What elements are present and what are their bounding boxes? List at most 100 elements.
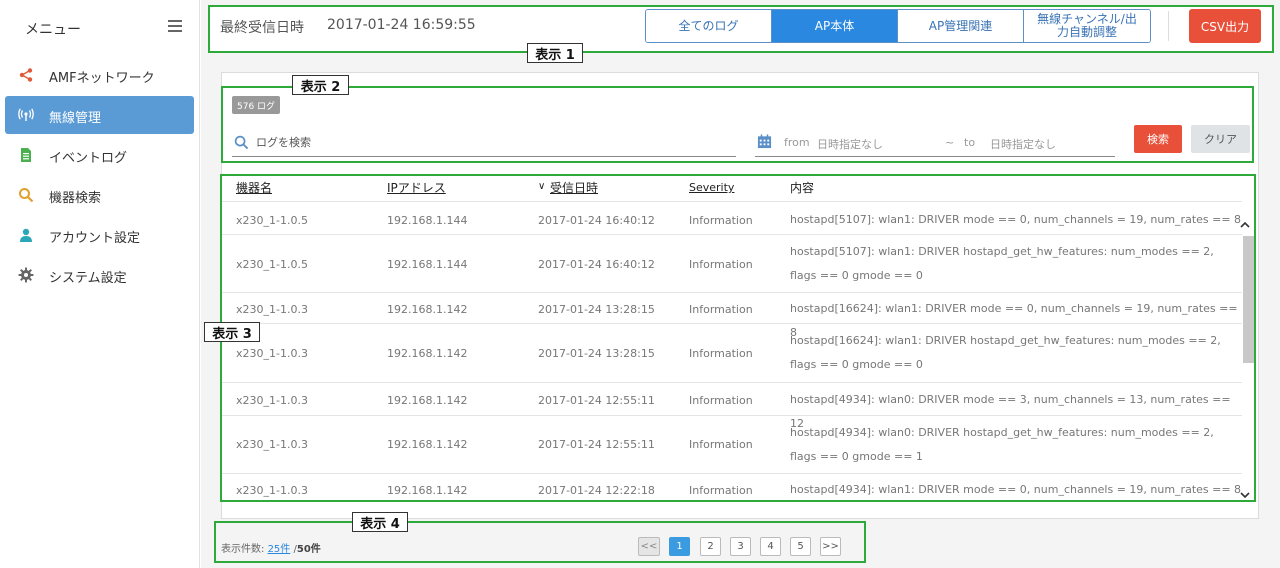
search-button[interactable]: 検索 <box>1134 125 1182 153</box>
hamburger-menu-icon[interactable] <box>168 20 182 32</box>
cell-time: 2017-01-24 12:55:11 <box>538 394 655 407</box>
cell-device: x230_1-1.0.3 <box>236 438 308 451</box>
user-icon <box>20 228 32 242</box>
cell-message: hostapd[16624]: wlan1: DRIVER hostapd_ge… <box>790 334 1221 371</box>
cell-message: hostapd[4934]: wlan0: DRIVER hostapd_get… <box>790 426 1214 463</box>
search-icon <box>19 188 34 203</box>
cell-time: 2017-01-24 13:28:15 <box>538 303 655 316</box>
header-divider <box>1168 11 1169 41</box>
cell-device: x230_1-1.0.3 <box>236 303 308 316</box>
log-count-badge: 576 ログ <box>232 96 281 114</box>
tab-auto-channel-power[interactable]: 無線チャンネル/出力自動調整 <box>1024 10 1150 42</box>
sidebar-item-label: 機器検索 <box>49 191 102 206</box>
annotation-label-2: 表示 2 <box>292 75 349 95</box>
table-row[interactable]: x230_1-1.0.3 192.168.1.142 2017-01-24 13… <box>222 323 1242 382</box>
cell-severity: Information <box>689 438 753 451</box>
last-received-label: 最終受信日時 <box>220 20 304 36</box>
page-button-3[interactable]: 3 <box>730 537 751 556</box>
table-row[interactable]: x230_1-1.0.5 192.168.1.144 2017-01-24 16… <box>222 201 1242 234</box>
cell-severity: Information <box>689 303 753 316</box>
page-button-4[interactable]: 4 <box>760 537 781 556</box>
search-input[interactable]: ログを検索 <box>232 128 736 157</box>
column-header-severity[interactable]: Severity <box>689 181 734 194</box>
sidebar-item-event-log[interactable]: イベントログ <box>5 136 194 174</box>
page-size-label: 表示件数: <box>221 544 265 555</box>
cell-ip: 192.168.1.144 <box>387 214 468 227</box>
sidebar-item-wireless[interactable]: 無線管理 <box>5 96 194 134</box>
cell-ip: 192.168.1.142 <box>387 303 468 316</box>
clear-button[interactable]: クリア <box>1191 125 1250 153</box>
last-received-time: 2017-01-24 16:59:55 <box>327 17 476 33</box>
sort-chevron-icon[interactable]: ∨ <box>538 181 545 192</box>
sidebar-item-device-search[interactable]: 機器検索 <box>5 176 194 214</box>
sidebar-item-amf-network[interactable]: AMFネットワーク <box>5 56 194 94</box>
range-tilde: ~ <box>945 136 955 149</box>
column-header-ip[interactable]: IPアドレス <box>387 179 446 196</box>
share-icon <box>19 68 33 82</box>
sidebar-header: メニュー <box>0 0 200 55</box>
date-range-field: from 日時指定なし ~ to 日時指定なし <box>755 128 1115 157</box>
column-header-device[interactable]: 機器名 <box>236 179 272 196</box>
table-row[interactable]: x230_1-1.0.3 192.168.1.142 2017-01-24 12… <box>222 473 1242 500</box>
page-size-info: 表示件数: 25件 /50件 <box>221 540 321 555</box>
to-label: to <box>964 136 976 149</box>
scroll-up-icon[interactable] <box>1239 220 1251 230</box>
tab-ap-body[interactable]: AP本体 <box>772 10 898 42</box>
cell-device: x230_1-1.0.5 <box>236 258 308 271</box>
page-button-2[interactable]: 2 <box>700 537 721 556</box>
cell-severity: Information <box>689 214 753 227</box>
tab-ap-management[interactable]: AP管理関連 <box>898 10 1024 42</box>
log-table: 機器名 IPアドレス ∨ 受信日時 Severity 内容 x230_1-1.0… <box>220 174 1256 502</box>
scroll-down-icon[interactable] <box>1239 490 1251 500</box>
cell-time: 2017-01-24 16:40:12 <box>538 258 655 271</box>
column-header-received-time[interactable]: 受信日時 <box>550 179 598 196</box>
pagination-area: 表示件数: 25件 /50件 << 1 2 3 4 5 >> <box>214 521 866 563</box>
sidebar-item-label: AMFネットワーク <box>49 71 155 86</box>
document-icon <box>21 148 31 162</box>
to-date-input[interactable]: 日時指定なし <box>990 136 1056 152</box>
search-icon <box>234 135 249 150</box>
sidebar-item-label: イベントログ <box>49 151 128 166</box>
cell-message: hostapd[5107]: wlan1: DRIVER hostapd_get… <box>790 245 1214 282</box>
table-row[interactable]: x230_1-1.0.3 192.168.1.142 2017-01-24 12… <box>222 382 1242 430</box>
first-page-button[interactable]: << <box>638 537 660 556</box>
cell-ip: 192.168.1.142 <box>387 347 468 360</box>
page-size-link[interactable]: 25件 <box>268 544 291 555</box>
csv-export-button[interactable]: CSV出力 <box>1189 9 1261 43</box>
from-label: from <box>784 136 810 149</box>
cell-time: 2017-01-24 16:40:12 <box>538 214 655 227</box>
cell-message: hostapd[5107]: wlan1: DRIVER mode == 0, … <box>790 213 1242 226</box>
sidebar-item-label: アカウント設定 <box>49 231 141 246</box>
table-row[interactable]: x230_1-1.0.3 192.168.1.142 2017-01-24 13… <box>222 292 1242 339</box>
cell-time: 2017-01-24 12:22:18 <box>538 484 655 497</box>
calendar-icon[interactable] <box>757 134 772 149</box>
cell-device: x230_1-1.0.3 <box>236 394 308 407</box>
cell-time: 2017-01-24 13:28:15 <box>538 347 655 360</box>
cell-severity: Information <box>689 347 753 360</box>
last-page-button[interactable]: >> <box>820 537 841 556</box>
cell-severity: Information <box>689 394 753 407</box>
table-scrollbar-thumb[interactable] <box>1243 236 1254 363</box>
sidebar-item-label: 無線管理 <box>49 111 102 126</box>
log-type-tabs: 全てのログ AP本体 AP管理関連 無線チャンネル/出力自動調整 <box>645 9 1151 43</box>
cell-severity: Information <box>689 484 753 497</box>
search-area: 576 ログ ログを検索 from 日時指定なし ~ to 日時指定なし 検索 … <box>221 86 1254 163</box>
annotation-label-1: 表示 1 <box>527 43 583 63</box>
from-date-input[interactable]: 日時指定なし <box>817 136 883 152</box>
annotation-label-4: 表示 4 <box>352 512 408 532</box>
cell-severity: Information <box>689 258 753 271</box>
sidebar-item-system-settings[interactable]: システム設定 <box>5 256 194 294</box>
sidebar-item-account-settings[interactable]: アカウント設定 <box>5 216 194 254</box>
tab-all-logs[interactable]: 全てのログ <box>646 10 772 42</box>
gear-icon <box>18 267 34 283</box>
wireless-icon <box>18 108 34 121</box>
sidebar-title: メニュー <box>25 22 81 38</box>
cell-ip: 192.168.1.142 <box>387 394 468 407</box>
sidebar: メニュー AMFネットワーク 無線管理 イベントログ 機器検索 アカウント設定 … <box>0 0 200 568</box>
page-button-5[interactable]: 5 <box>790 537 811 556</box>
cell-time: 2017-01-24 12:55:11 <box>538 438 655 451</box>
cell-ip: 192.168.1.142 <box>387 438 468 451</box>
page-button-1[interactable]: 1 <box>669 537 690 556</box>
table-row[interactable]: x230_1-1.0.3 192.168.1.142 2017-01-24 12… <box>222 415 1242 473</box>
table-row[interactable]: x230_1-1.0.5 192.168.1.144 2017-01-24 16… <box>222 234 1242 292</box>
